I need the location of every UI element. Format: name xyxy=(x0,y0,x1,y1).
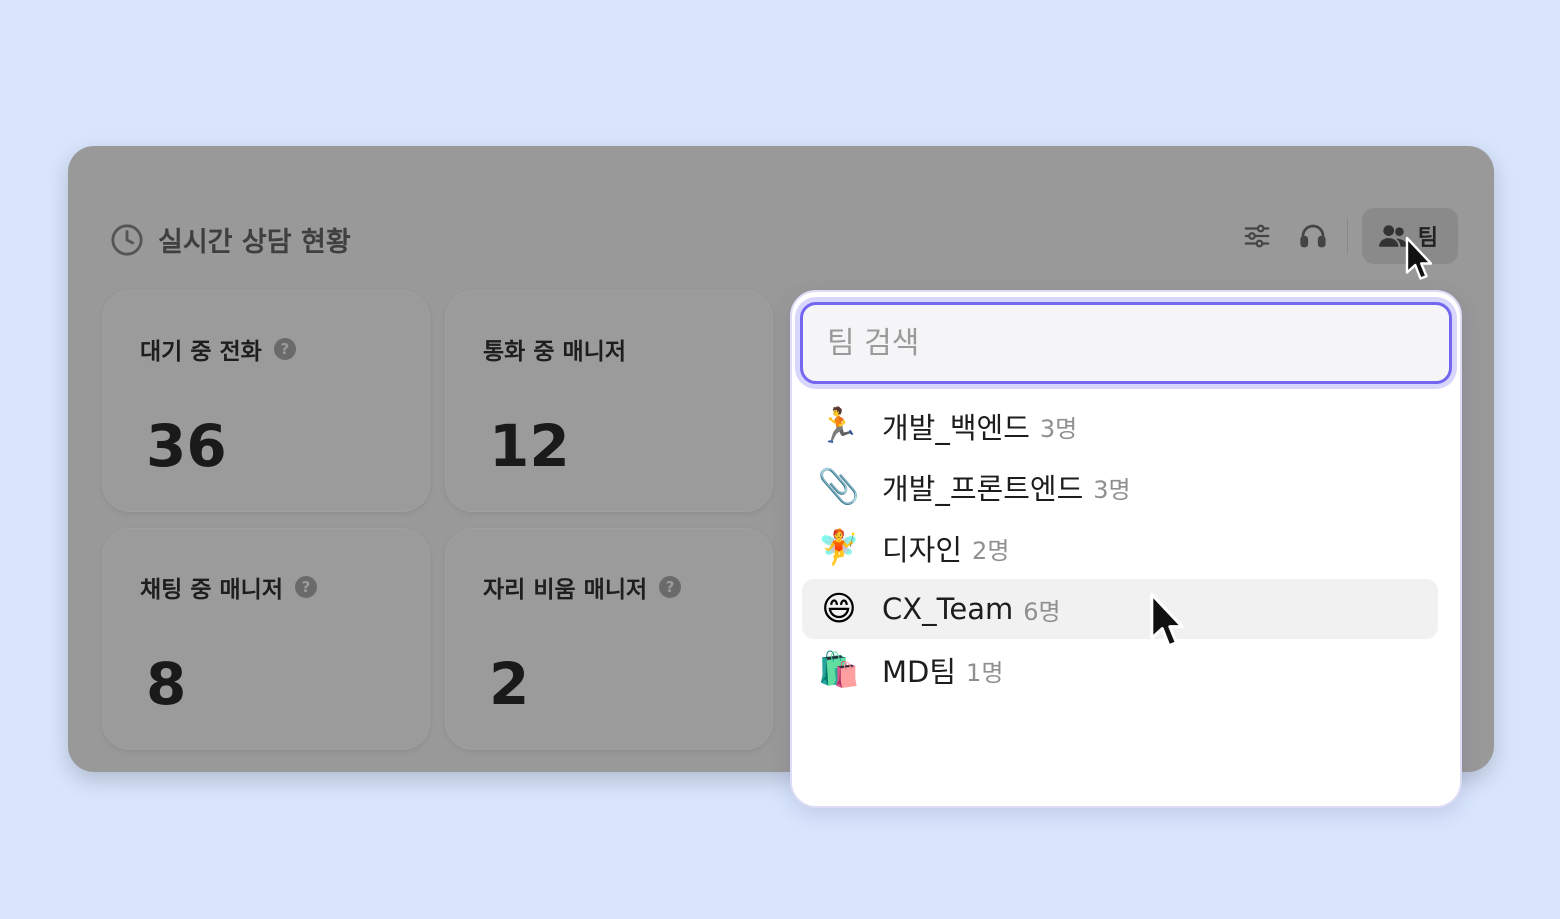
card-value: 8 xyxy=(146,650,187,718)
team-item-cx-team[interactable]: 😄 CX_Team 6명 xyxy=(802,579,1438,639)
team-name: 개발_백엔드 xyxy=(882,411,1030,445)
team-count: 3명 xyxy=(1039,414,1078,443)
card-label-wrap: 대기 중 전화 ? xyxy=(140,332,296,366)
fairy-icon: 🧚 xyxy=(817,528,861,568)
on-call-managers-card: 통화 중 매니저 12 xyxy=(445,290,773,512)
team-dropdown: 🏃 개발_백엔드 3명 📎 개발_프론트엔드 3명 🧚 디자인 2명 😄 CX_… xyxy=(790,290,1462,808)
smile-icon: 😄 xyxy=(821,589,857,629)
panel-title: 실시간 상담 현황 xyxy=(158,227,351,258)
filter-button[interactable] xyxy=(1229,208,1285,264)
card-label: 채팅 중 매니저 xyxy=(140,577,283,603)
team-item-backend[interactable]: 🏃 개발_백엔드 3명 xyxy=(802,396,1438,456)
away-managers-card: 자리 비움 매니저 ? 2 xyxy=(445,528,773,750)
paperclip-icon: 📎 xyxy=(817,467,861,507)
card-value: 12 xyxy=(489,412,570,480)
chatting-managers-card: 채팅 중 매니저 ? 8 xyxy=(102,528,430,750)
team-search-input[interactable] xyxy=(803,305,1449,381)
team-count: 1명 xyxy=(966,658,1004,687)
team-search-wrap xyxy=(800,302,1452,384)
card-label-wrap: 통화 중 매니저 xyxy=(483,332,626,366)
card-value: 2 xyxy=(489,650,530,718)
headset-icon xyxy=(1300,224,1326,248)
card-value: 36 xyxy=(146,412,227,480)
team-name: 디자인 xyxy=(882,533,963,567)
card-label: 자리 비움 매니저 xyxy=(483,577,648,603)
team-count: 2명 xyxy=(972,536,1010,565)
team-name: MD팀 xyxy=(882,655,957,689)
card-label-wrap: 자리 비움 매니저 ? xyxy=(483,570,682,604)
team-count: 6명 xyxy=(1023,597,1061,626)
headset-button[interactable] xyxy=(1285,208,1341,264)
card-label-wrap: 채팅 중 매니저 ? xyxy=(140,570,317,604)
waiting-calls-card: 대기 중 전화 ? 36 xyxy=(102,290,430,512)
team-list: 🏃 개발_백엔드 3명 📎 개발_프론트엔드 3명 🧚 디자인 2명 😄 CX_… xyxy=(802,396,1438,701)
team-name: 개발_프론트엔드 xyxy=(882,472,1084,506)
card-label: 대기 중 전화 xyxy=(140,339,262,365)
mouse-cursor-icon xyxy=(1150,592,1184,648)
sliders-icon xyxy=(1244,224,1270,248)
help-icon[interactable]: ? xyxy=(273,338,296,360)
help-icon[interactable]: ? xyxy=(294,576,317,598)
shopping-bags-icon: 🛍️ xyxy=(817,650,861,690)
runner-icon: 🏃 xyxy=(817,406,861,446)
panel-header: 실시간 상담 현황 xyxy=(110,220,351,259)
mouse-cursor-icon xyxy=(1405,236,1433,280)
team-item-frontend[interactable]: 📎 개발_프론트엔드 3명 xyxy=(802,457,1438,517)
card-label: 통화 중 매니저 xyxy=(483,339,626,365)
team-count: 3명 xyxy=(1093,475,1131,504)
team-item-md[interactable]: 🛍️ MD팀 1명 xyxy=(802,640,1438,700)
team-name: CX_Team xyxy=(882,592,1014,626)
help-icon[interactable]: ? xyxy=(659,576,682,598)
team-item-design[interactable]: 🧚 디자인 2명 xyxy=(802,518,1438,578)
clock-icon xyxy=(111,223,143,256)
toolbar-divider xyxy=(1346,218,1348,254)
